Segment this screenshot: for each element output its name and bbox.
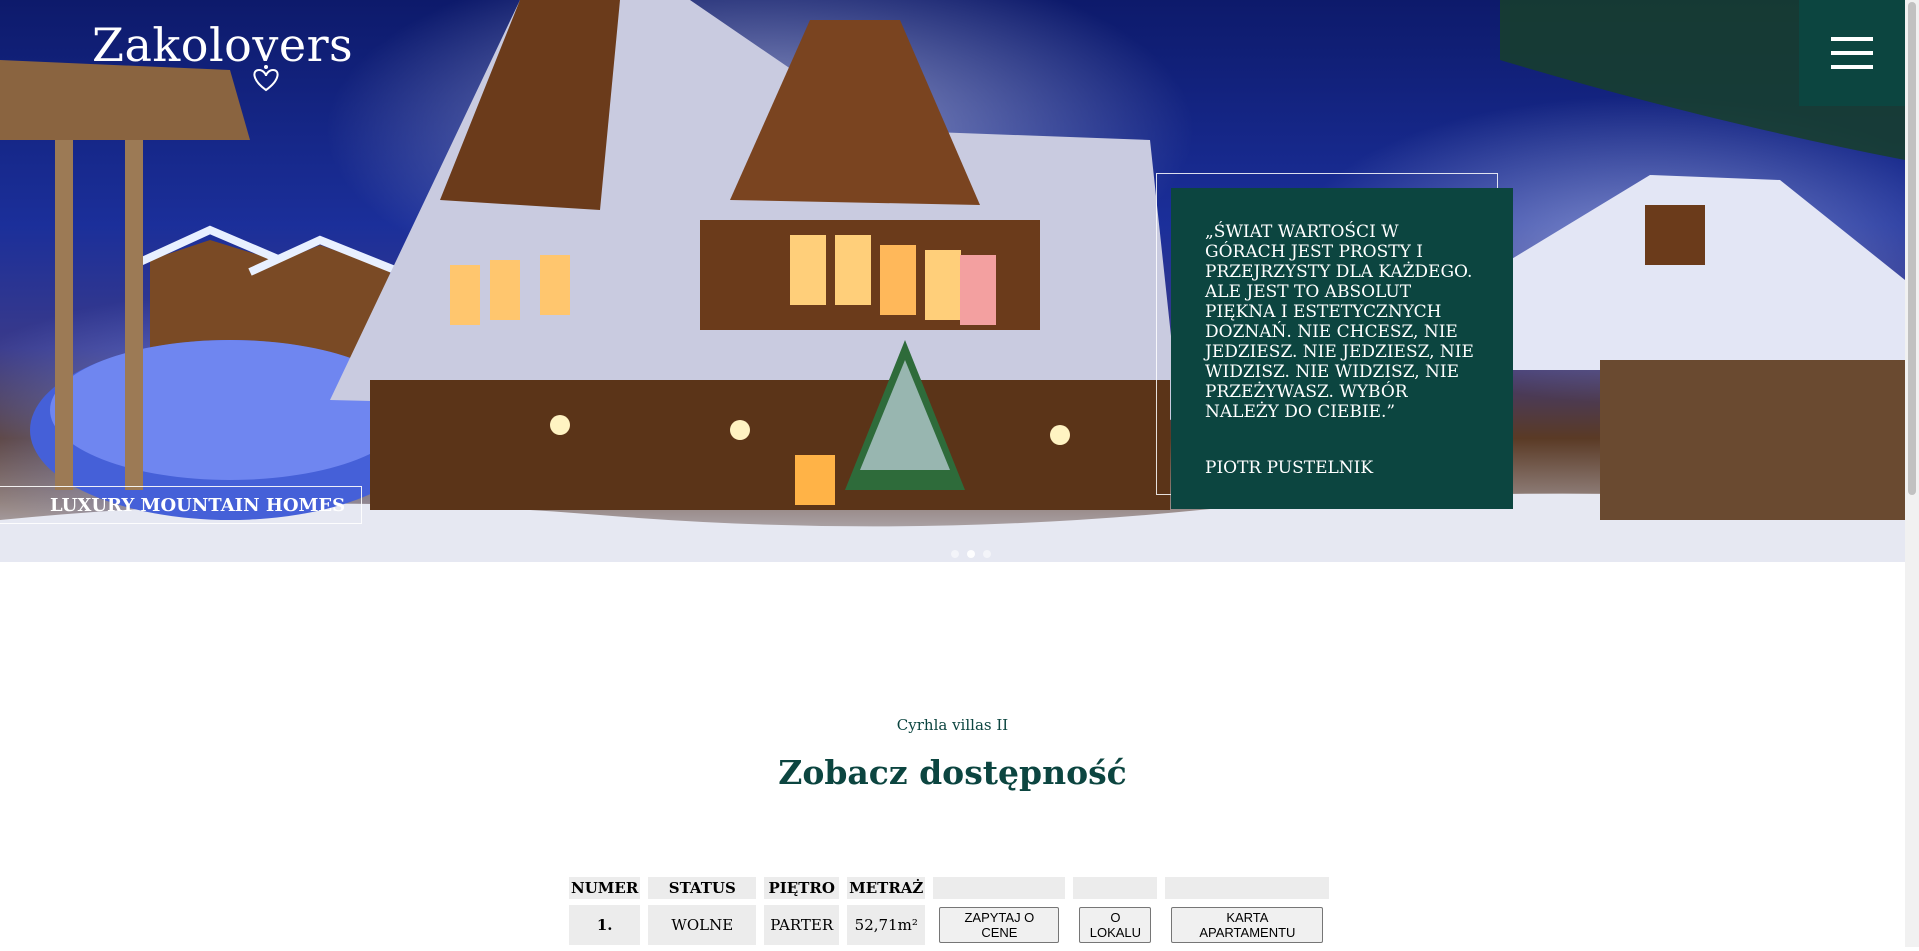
- cell-about: O LOKALU: [1073, 905, 1157, 945]
- menu-button[interactable]: [1799, 0, 1905, 106]
- column-header-metraz: METRAŻ: [847, 877, 926, 899]
- column-header-blank: [1073, 877, 1158, 899]
- cell-ask-price: ZAPYTAJ O CENE: [933, 905, 1065, 945]
- column-header-pietro: PIĘTRO: [764, 877, 840, 899]
- heart-ornament-icon: [253, 65, 279, 92]
- hero-tagline: LUXURY MOUNTAIN HOMES: [50, 495, 346, 516]
- slider-dot-active[interactable]: [967, 550, 975, 558]
- slider-dot[interactable]: [951, 550, 959, 558]
- ask-price-button[interactable]: ZAPYTAJ O CENE: [939, 907, 1060, 943]
- quote-author: PIOTR PUSTELNIK: [1205, 458, 1374, 478]
- hamburger-icon-line: [1831, 51, 1873, 55]
- table-row: 1. WOLNE PARTER 52,71m² ZAPYTAJ O CENE O…: [569, 905, 1329, 945]
- column-header-numer: NUMER: [569, 877, 641, 899]
- hero-image: [0, 0, 1919, 562]
- section-subtitle: Cyrhla villas II: [896, 716, 1009, 734]
- column-header-status: STATUS: [648, 877, 757, 899]
- brand-logo[interactable]: Zakolovers: [92, 18, 353, 72]
- hamburger-icon: [1831, 37, 1873, 41]
- hero-slider: Zakolovers „ŚWIAT WARTOŚCI W GÓRACH JEST…: [0, 0, 1919, 562]
- cell-card: KARTA APARTAMENTU: [1165, 905, 1329, 945]
- page-scrollbar[interactable]: [1905, 0, 1919, 947]
- section-title: Zobacz dostępność: [778, 753, 1127, 792]
- cell-numer: 1.: [569, 905, 641, 945]
- availability-table: NUMER STATUS PIĘTRO METRAŻ 1. WOLNE PART…: [561, 871, 1337, 951]
- quote-box: „ŚWIAT WARTOŚCI W GÓRACH JEST PROSTY I P…: [1171, 188, 1513, 509]
- column-header-blank: [933, 877, 1066, 899]
- cell-metraz: 52,71m²: [847, 905, 926, 945]
- hamburger-icon-line: [1831, 65, 1873, 69]
- table-header-row: NUMER STATUS PIĘTRO METRAŻ: [569, 877, 1330, 899]
- slider-dot[interactable]: [983, 550, 991, 558]
- cell-status: WOLNE: [648, 905, 757, 945]
- quote-text: „ŚWIAT WARTOŚCI W GÓRACH JEST PROSTY I P…: [1205, 222, 1474, 422]
- apartment-card-button[interactable]: KARTA APARTAMENTU: [1171, 907, 1324, 943]
- about-unit-button[interactable]: O LOKALU: [1079, 907, 1152, 943]
- cell-pietro: PARTER: [764, 905, 840, 945]
- column-header-blank: [1165, 877, 1330, 899]
- slider-dots: [951, 543, 999, 562]
- scrollbar-thumb[interactable]: [1908, 2, 1916, 495]
